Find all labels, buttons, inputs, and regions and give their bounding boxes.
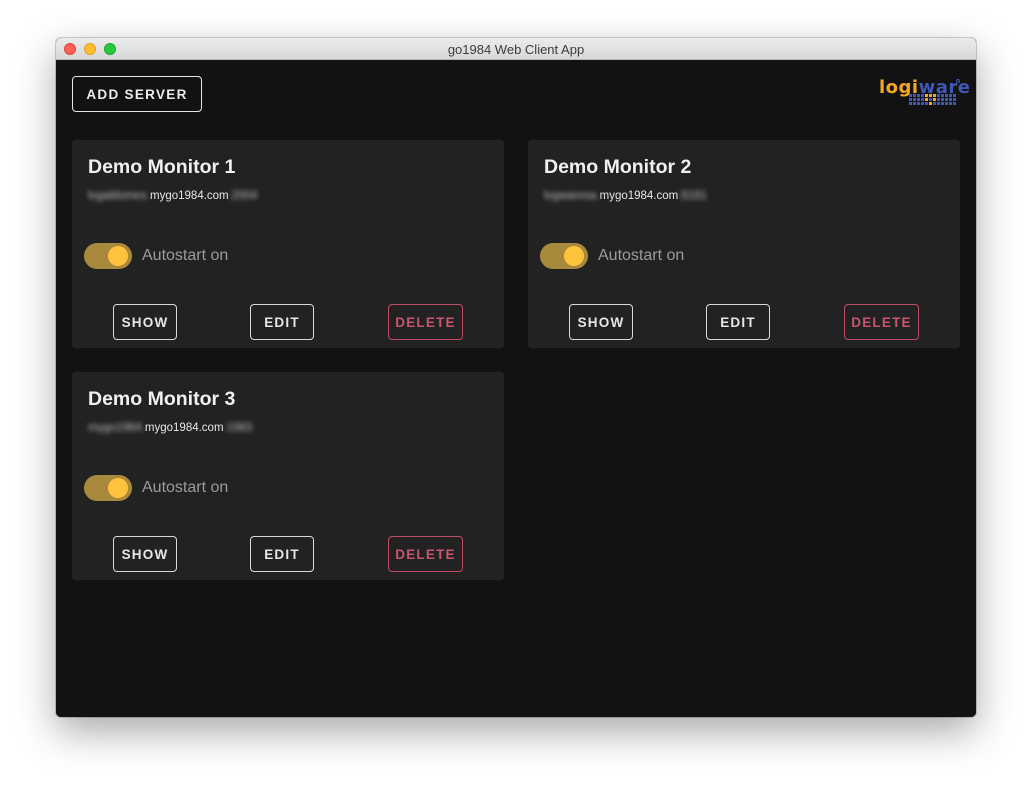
delete-button[interactable]: DELETE: [844, 304, 919, 340]
logo-grid-cell: [929, 94, 932, 97]
logo-grid-cell: [921, 98, 924, 101]
logo-grid-cell: [941, 98, 944, 101]
logo-grid-cell: [929, 98, 932, 101]
server-card: Demo Monitor 2 logwaresa. mygo1984.com:81…: [528, 140, 960, 348]
logo-grid-cell: [945, 102, 948, 105]
host-port-redacted: :8181: [678, 190, 708, 202]
title-bar: go1984 Web Client App: [56, 38, 976, 60]
logo-grid-cell: [913, 102, 916, 105]
logo-grid-cell: [933, 102, 936, 105]
registered-mark-icon: [956, 79, 960, 83]
logo-grid-cell: [917, 98, 920, 101]
logo-grid-cell: [913, 98, 916, 101]
host-port-redacted: :1983: [223, 422, 253, 434]
server-name: Demo Monitor 3: [88, 388, 236, 410]
main-content: ADD SERVER logiware Demo Monitor 1 logal…: [56, 60, 976, 717]
logo-grid-cell: [941, 94, 944, 97]
logo-grid-cell: [925, 98, 928, 101]
server-card: Demo Monitor 1 logaldomex. mygo1984.com:2…: [72, 140, 504, 348]
toggle-thumb: [108, 478, 128, 498]
server-name: Demo Monitor 1: [88, 156, 236, 178]
host-domain: mygo1984.com: [144, 422, 224, 434]
logo-pixel-grid-icon: [909, 94, 957, 105]
autostart-label: Autostart on: [142, 247, 229, 264]
logo-grid-cell: [937, 102, 940, 105]
host-domain: mygo1984.com: [599, 190, 679, 202]
edit-button[interactable]: EDIT: [250, 304, 314, 340]
toggle-thumb: [564, 246, 584, 266]
delete-button[interactable]: DELETE: [388, 536, 463, 572]
host-domain: mygo1984.com: [150, 190, 229, 202]
logo-grid-cell: [917, 94, 920, 97]
server-name: Demo Monitor 2: [544, 156, 692, 178]
logo-grid-cell: [913, 94, 916, 97]
autostart-toggle[interactable]: [84, 242, 132, 270]
logo-grid-cell: [953, 94, 956, 97]
delete-button[interactable]: DELETE: [388, 304, 463, 340]
edit-button[interactable]: EDIT: [706, 304, 770, 340]
host-port-redacted: :2004: [228, 190, 258, 202]
logo-grid-cell: [925, 94, 928, 97]
add-server-button[interactable]: ADD SERVER: [72, 76, 202, 112]
logo-grid-cell: [949, 98, 952, 101]
edit-button[interactable]: EDIT: [250, 536, 314, 572]
logo-grid-cell: [949, 102, 952, 105]
logo-grid-cell: [909, 102, 912, 105]
host-prefix-redacted: logwaresa.: [544, 190, 600, 202]
host-prefix-redacted: logaldomex.: [88, 190, 151, 202]
logo-grid-cell: [941, 102, 944, 105]
show-button[interactable]: SHOW: [113, 536, 177, 572]
logo-grid-cell: [937, 98, 940, 101]
window-title: go1984 Web Client App: [447, 42, 585, 57]
logo-grid-cell: [929, 102, 932, 105]
app-window: go1984 Web Client App ADD SERVER logiwar…: [56, 38, 976, 717]
server-host: logwaresa. mygo1984.com:8181: [544, 189, 707, 203]
show-button[interactable]: SHOW: [569, 304, 633, 340]
toggle-thumb: [108, 246, 128, 266]
logo-grid-cell: [949, 94, 952, 97]
logo-grid-cell: [937, 94, 940, 97]
server-host: logaldomex. mygo1984.com:2004: [88, 189, 257, 203]
server-card: Demo Monitor 3 mygo1984. mygo1984.com:198…: [72, 372, 504, 580]
host-prefix-redacted: mygo1984.: [88, 422, 145, 434]
logiware-logo: logiware: [879, 77, 970, 105]
logo-grid-cell: [945, 94, 948, 97]
server-host: mygo1984. mygo1984.com:1983: [88, 421, 252, 435]
logo-grid-cell: [925, 102, 928, 105]
logo-grid-cell: [909, 94, 912, 97]
show-button[interactable]: SHOW: [113, 304, 177, 340]
autostart-label: Autostart on: [142, 479, 229, 496]
logo-grid-cell: [921, 94, 924, 97]
logo-grid-cell: [945, 98, 948, 101]
logo-grid-cell: [953, 98, 956, 101]
autostart-toggle[interactable]: [540, 242, 588, 270]
autostart-label: Autostart on: [598, 247, 685, 264]
logo-grid-cell: [933, 98, 936, 101]
logo-grid-cell: [953, 102, 956, 105]
autostart-toggle[interactable]: [84, 474, 132, 502]
logo-grid-cell: [909, 98, 912, 101]
logo-grid-cell: [917, 102, 920, 105]
logo-grid-cell: [933, 94, 936, 97]
logo-grid-cell: [921, 102, 924, 105]
